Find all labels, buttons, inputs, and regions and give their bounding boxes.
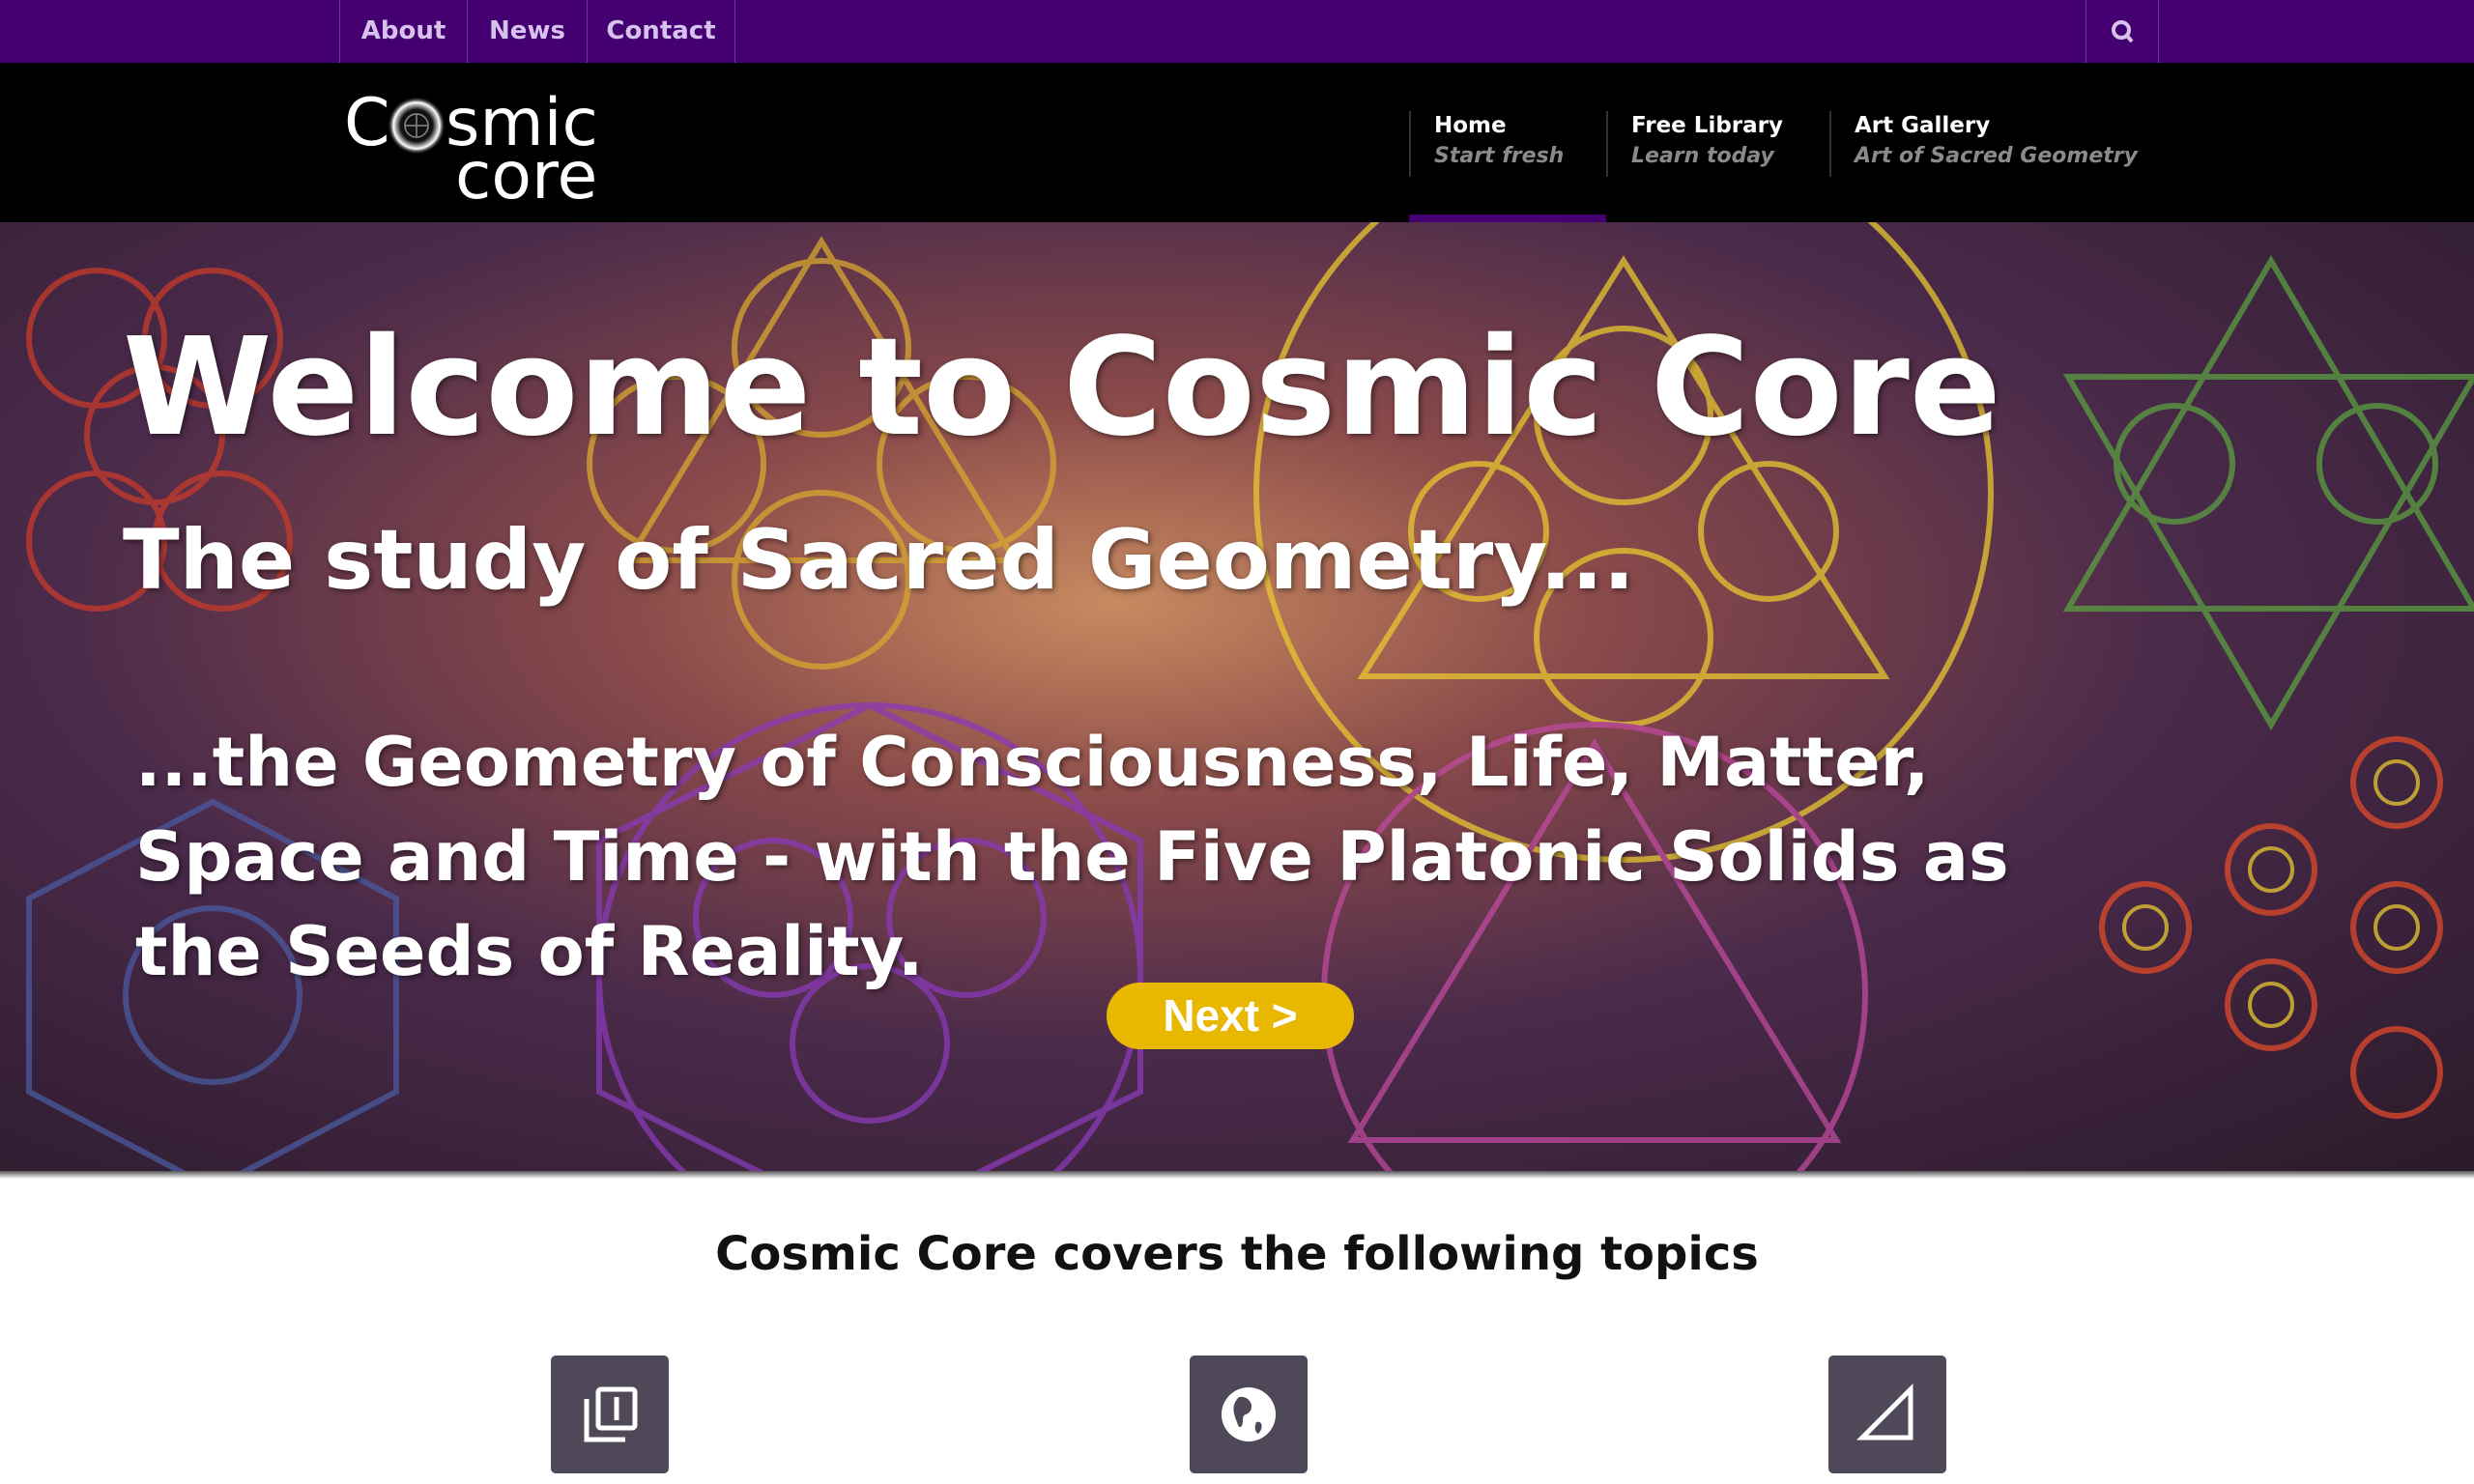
search-icon	[2112, 20, 2134, 43]
next-button[interactable]: Next >	[1107, 983, 1354, 1049]
topics-heading: Cosmic Core covers the following topics	[715, 1227, 1759, 1281]
top-link-about[interactable]: About	[339, 0, 467, 63]
nav-art-gallery[interactable]: Art Gallery Art of Sacred Geometry	[1829, 111, 2138, 177]
nav-home[interactable]: Home Start fresh	[1409, 111, 1564, 177]
site-header: C smic core Home Start fresh Free Library…	[0, 63, 2474, 222]
triangle-ruler-icon	[1856, 1384, 1913, 1441]
nav-subtitle: Learn today	[1631, 144, 1774, 168]
hero-text: ...the Geometry of Consciousness, Life, …	[135, 723, 2009, 991]
active-nav-indicator	[1409, 214, 1606, 222]
top-bar: About News Contact	[0, 0, 2474, 63]
svg-text:core: core	[455, 138, 597, 203]
top-link-contact[interactable]: Contact	[587, 0, 735, 63]
topic-box-1[interactable]	[551, 1356, 669, 1473]
svg-text:C: C	[344, 92, 389, 161]
numbered-pages-icon	[584, 1386, 638, 1442]
nav-title: Home	[1434, 113, 1507, 138]
nav-subtitle: Start fresh	[1434, 144, 1565, 168]
topic-box-2[interactable]	[1190, 1356, 1308, 1473]
nav-title: Free Library	[1631, 113, 1783, 138]
search-button[interactable]	[2086, 0, 2159, 63]
topic-box-3[interactable]	[1828, 1356, 1946, 1473]
logo[interactable]: C smic core	[344, 85, 615, 214]
logo-image: C smic core	[344, 85, 598, 214]
hero-shadow	[0, 1171, 2474, 1179]
hero-title: Welcome to Cosmic Core	[123, 309, 2001, 467]
nav-subtitle: Art of Sacred Geometry	[1855, 144, 2138, 168]
hero-subtitle: The study of Sacred Geometry...	[123, 512, 1635, 609]
globe-icon	[1222, 1387, 1276, 1441]
nav-free-library[interactable]: Free Library Learn today	[1606, 111, 1783, 177]
top-link-news[interactable]: News	[467, 0, 587, 63]
nav-title: Art Gallery	[1855, 113, 1991, 138]
hero-banner: Welcome to Cosmic Core The study of Sacr…	[0, 222, 2474, 1175]
